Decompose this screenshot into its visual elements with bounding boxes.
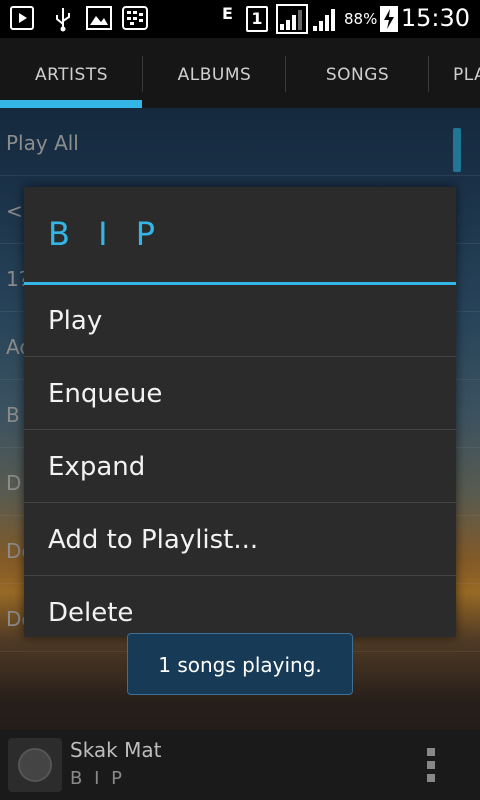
battery-percent: 88% — [344, 10, 378, 28]
library-tab-bar: ARTISTS ALBUMS SONGS PLA — [0, 38, 480, 108]
menu-item-add-to-playlist[interactable]: Add to Playlist... — [24, 504, 456, 576]
now-playing-bar[interactable]: Skak Mat B I P — [0, 730, 480, 800]
screen: E 1 88% 15:30 ARTISTS ALBUMS SONGS PLA — [0, 0, 480, 800]
play-notification-icon — [10, 6, 34, 30]
overflow-menu-icon[interactable] — [425, 748, 437, 782]
menu-item-enqueue[interactable]: Enqueue — [24, 358, 456, 430]
context-menu-dialog: B I P Play Enqueue Expand Add to Playlis… — [24, 187, 456, 637]
overflow-dot — [427, 748, 435, 756]
selected-tab-indicator — [0, 100, 142, 108]
disc-icon — [18, 748, 52, 782]
now-playing-song-title: Skak Mat — [70, 738, 162, 762]
album-art[interactable] — [8, 738, 62, 792]
status-bar: E 1 88% 15:30 — [0, 0, 480, 38]
sim-1-icon: 1 — [246, 6, 268, 32]
menu-item-expand[interactable]: Expand — [24, 431, 456, 503]
signal-2-icon — [312, 6, 338, 36]
tab-playlists[interactable]: PLA — [429, 38, 480, 108]
tab-albums[interactable]: ALBUMS — [143, 38, 286, 108]
overflow-dot — [427, 774, 435, 782]
network-type-indicator: E — [222, 4, 233, 23]
menu-item-delete[interactable]: Delete — [24, 577, 456, 637]
clock: 15:30 — [400, 4, 470, 32]
overflow-dot — [427, 761, 435, 769]
menu-item-play[interactable]: Play — [24, 285, 456, 357]
now-playing-artist: B I P — [70, 768, 125, 789]
image-icon — [86, 6, 112, 30]
tab-songs[interactable]: SONGS — [286, 38, 429, 108]
dialog-title: B I P — [48, 215, 165, 253]
toast-message: 1 songs playing. — [127, 633, 353, 695]
usb-icon — [52, 6, 74, 36]
bbm-icon — [122, 6, 148, 30]
battery-charging-icon — [380, 6, 398, 32]
tab-artists[interactable]: ARTISTS — [0, 38, 143, 108]
signal-1-icon — [276, 4, 308, 34]
